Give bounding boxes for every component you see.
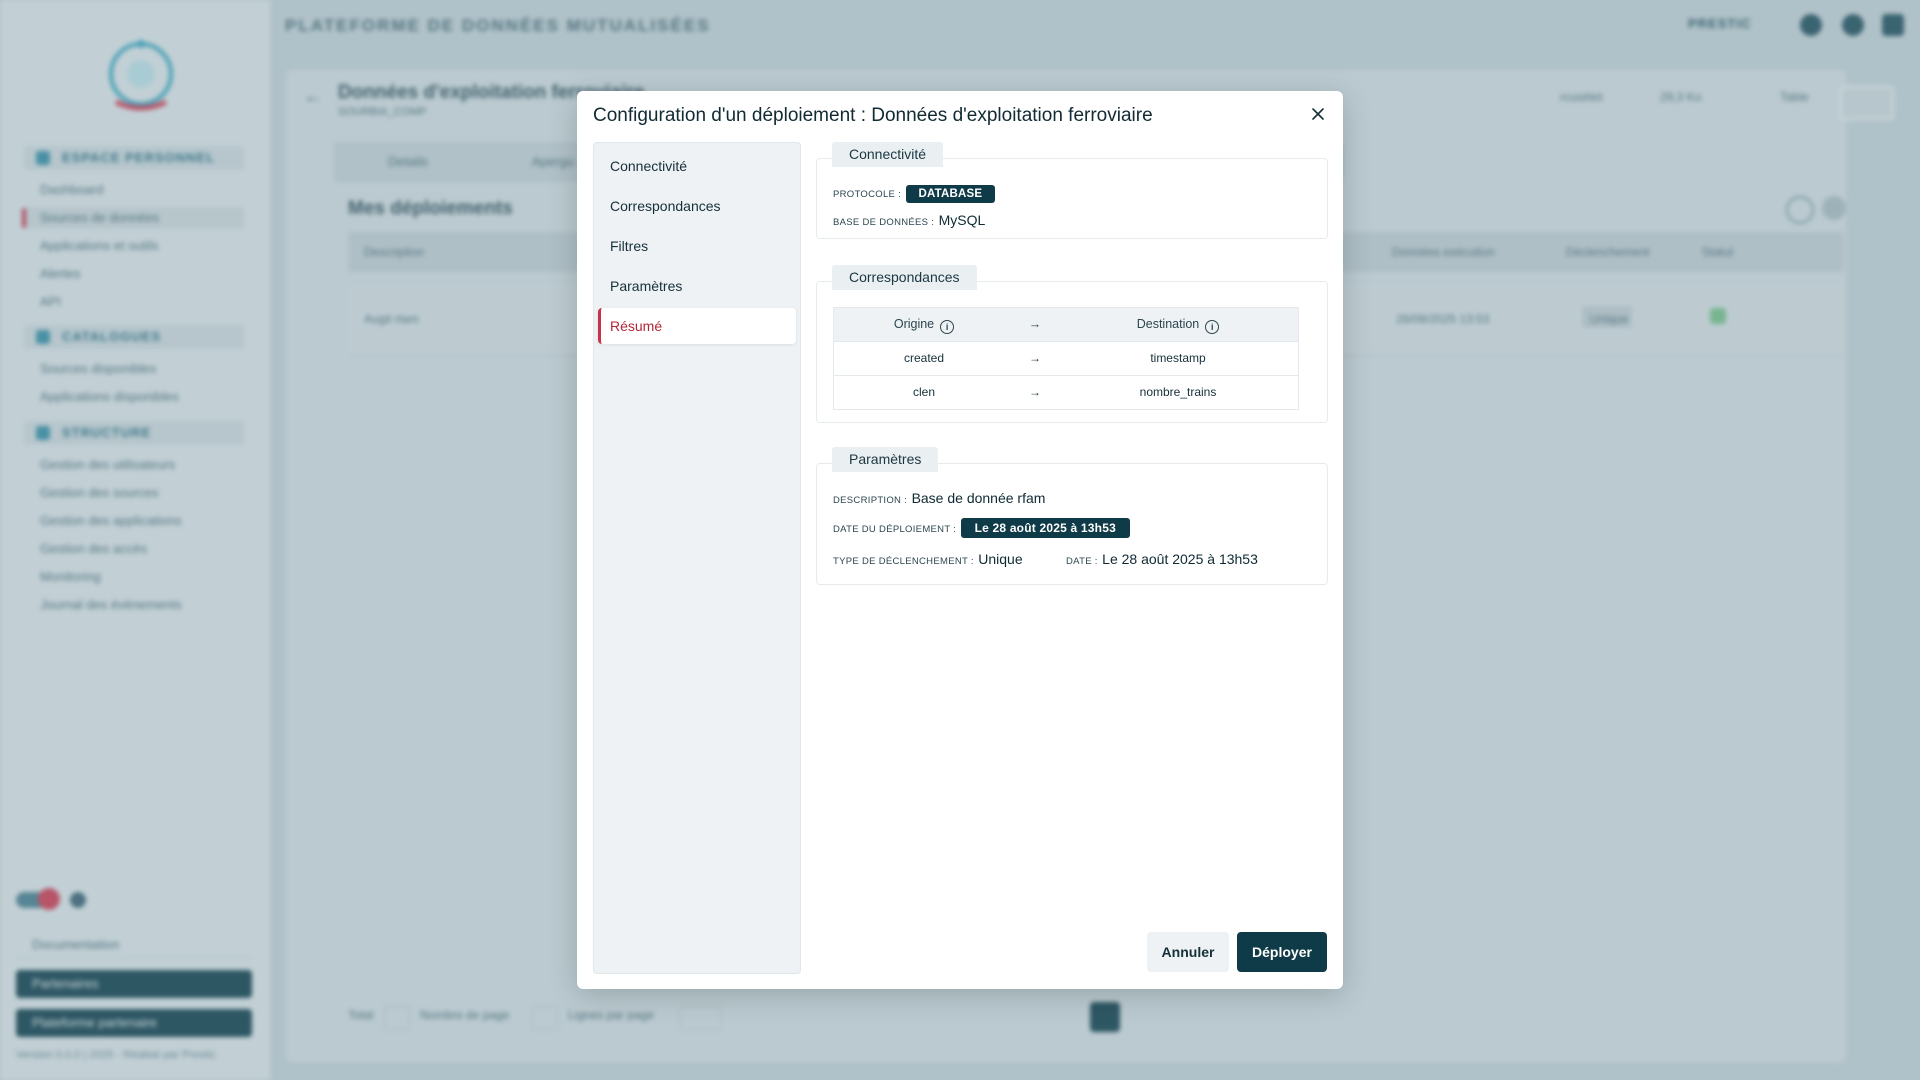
protocol-badge: DATABASE xyxy=(905,185,996,203)
section-parametres: DESCRIPTION : Base de donnée rfam DATE D… xyxy=(816,463,1328,585)
step-parametres[interactable]: Paramètres xyxy=(598,268,796,304)
section-tab-connectivite: Connectivité xyxy=(832,142,944,167)
info-icon[interactable]: i xyxy=(1205,320,1220,334)
col-origine: Origine i xyxy=(834,308,1014,341)
section-connectivite: PROTOCOLE : DATABASE BASE DE DONNÉES : M… xyxy=(816,158,1328,239)
trigger-row: TYPE DE DÉCLENCHEMENT : Unique xyxy=(833,551,1023,569)
description-label: DESCRIPTION : xyxy=(833,495,908,506)
section-correspondances: Origine i → Destination i created → timest… xyxy=(816,281,1328,423)
close-icon[interactable] xyxy=(1307,103,1329,125)
date-label: DATE : xyxy=(1066,556,1098,567)
database-row: BASE DE DONNÉES : MySQL xyxy=(833,212,985,230)
table-row: clen → nombre_trains xyxy=(834,375,1298,409)
section-tab-parametres: Paramètres xyxy=(832,447,939,472)
database-label: BASE DE DONNÉES : xyxy=(833,217,935,228)
step-filtres[interactable]: Filtres xyxy=(598,228,796,264)
destination-cell: nombre_trains xyxy=(1139,385,1217,399)
cancel-button[interactable]: Annuler xyxy=(1147,932,1229,972)
protocol-label: PROTOCOLE : xyxy=(833,189,902,200)
arrow-cell: → xyxy=(1029,385,1041,399)
destination-cell: timestamp xyxy=(1150,351,1206,365)
trigger-value: Unique xyxy=(978,551,1023,567)
date-row: DATE : Le 28 août 2025 à 13h53 xyxy=(1066,551,1258,569)
info-icon[interactable]: i xyxy=(940,320,955,334)
step-correspondances[interactable]: Correspondances xyxy=(598,188,796,224)
date-value: Le 28 août 2025 à 13h53 xyxy=(1102,551,1258,567)
description-row: DESCRIPTION : Base de donnée rfam xyxy=(833,490,1045,508)
table-row: created → timestamp xyxy=(834,341,1298,375)
deploy-button[interactable]: Déployer xyxy=(1237,932,1327,972)
origin-cell: created xyxy=(903,351,945,365)
deploy-date-row: DATE DU DÉPLOIEMENT : Le 28 août 2025 à … xyxy=(833,518,1130,538)
mapping-table: Origine i → Destination i created → timest… xyxy=(833,307,1299,410)
step-resume[interactable]: Résumé xyxy=(598,308,796,344)
modal-steps-nav: Connectivité Correspondances Filtres Par… xyxy=(593,142,801,974)
deploy-date-label: DATE DU DÉPLOIEMENT : xyxy=(833,524,957,535)
deploy-date-badge: Le 28 août 2025 à 13h53 xyxy=(960,518,1130,538)
database-value: MySQL xyxy=(938,212,986,228)
description-value: Base de donnée rfam xyxy=(911,490,1046,506)
col-destination: Destination i xyxy=(1056,308,1300,341)
step-connectivite[interactable]: Connectivité xyxy=(598,148,796,184)
mapping-table-header: Origine i → Destination i xyxy=(834,308,1298,341)
section-tab-correspondances: Correspondances xyxy=(832,265,977,290)
modal-title: Configuration d'un déploiement : Données… xyxy=(593,105,1153,126)
col-arrow: → xyxy=(1028,317,1042,331)
trigger-label: TYPE DE DÉCLENCHEMENT : xyxy=(833,556,974,567)
arrow-cell: → xyxy=(1029,351,1041,365)
protocol-row: PROTOCOLE : DATABASE xyxy=(833,184,996,203)
deployment-config-modal: Configuration d'un déploiement : Données… xyxy=(577,91,1343,989)
origin-cell: clen xyxy=(912,385,935,399)
